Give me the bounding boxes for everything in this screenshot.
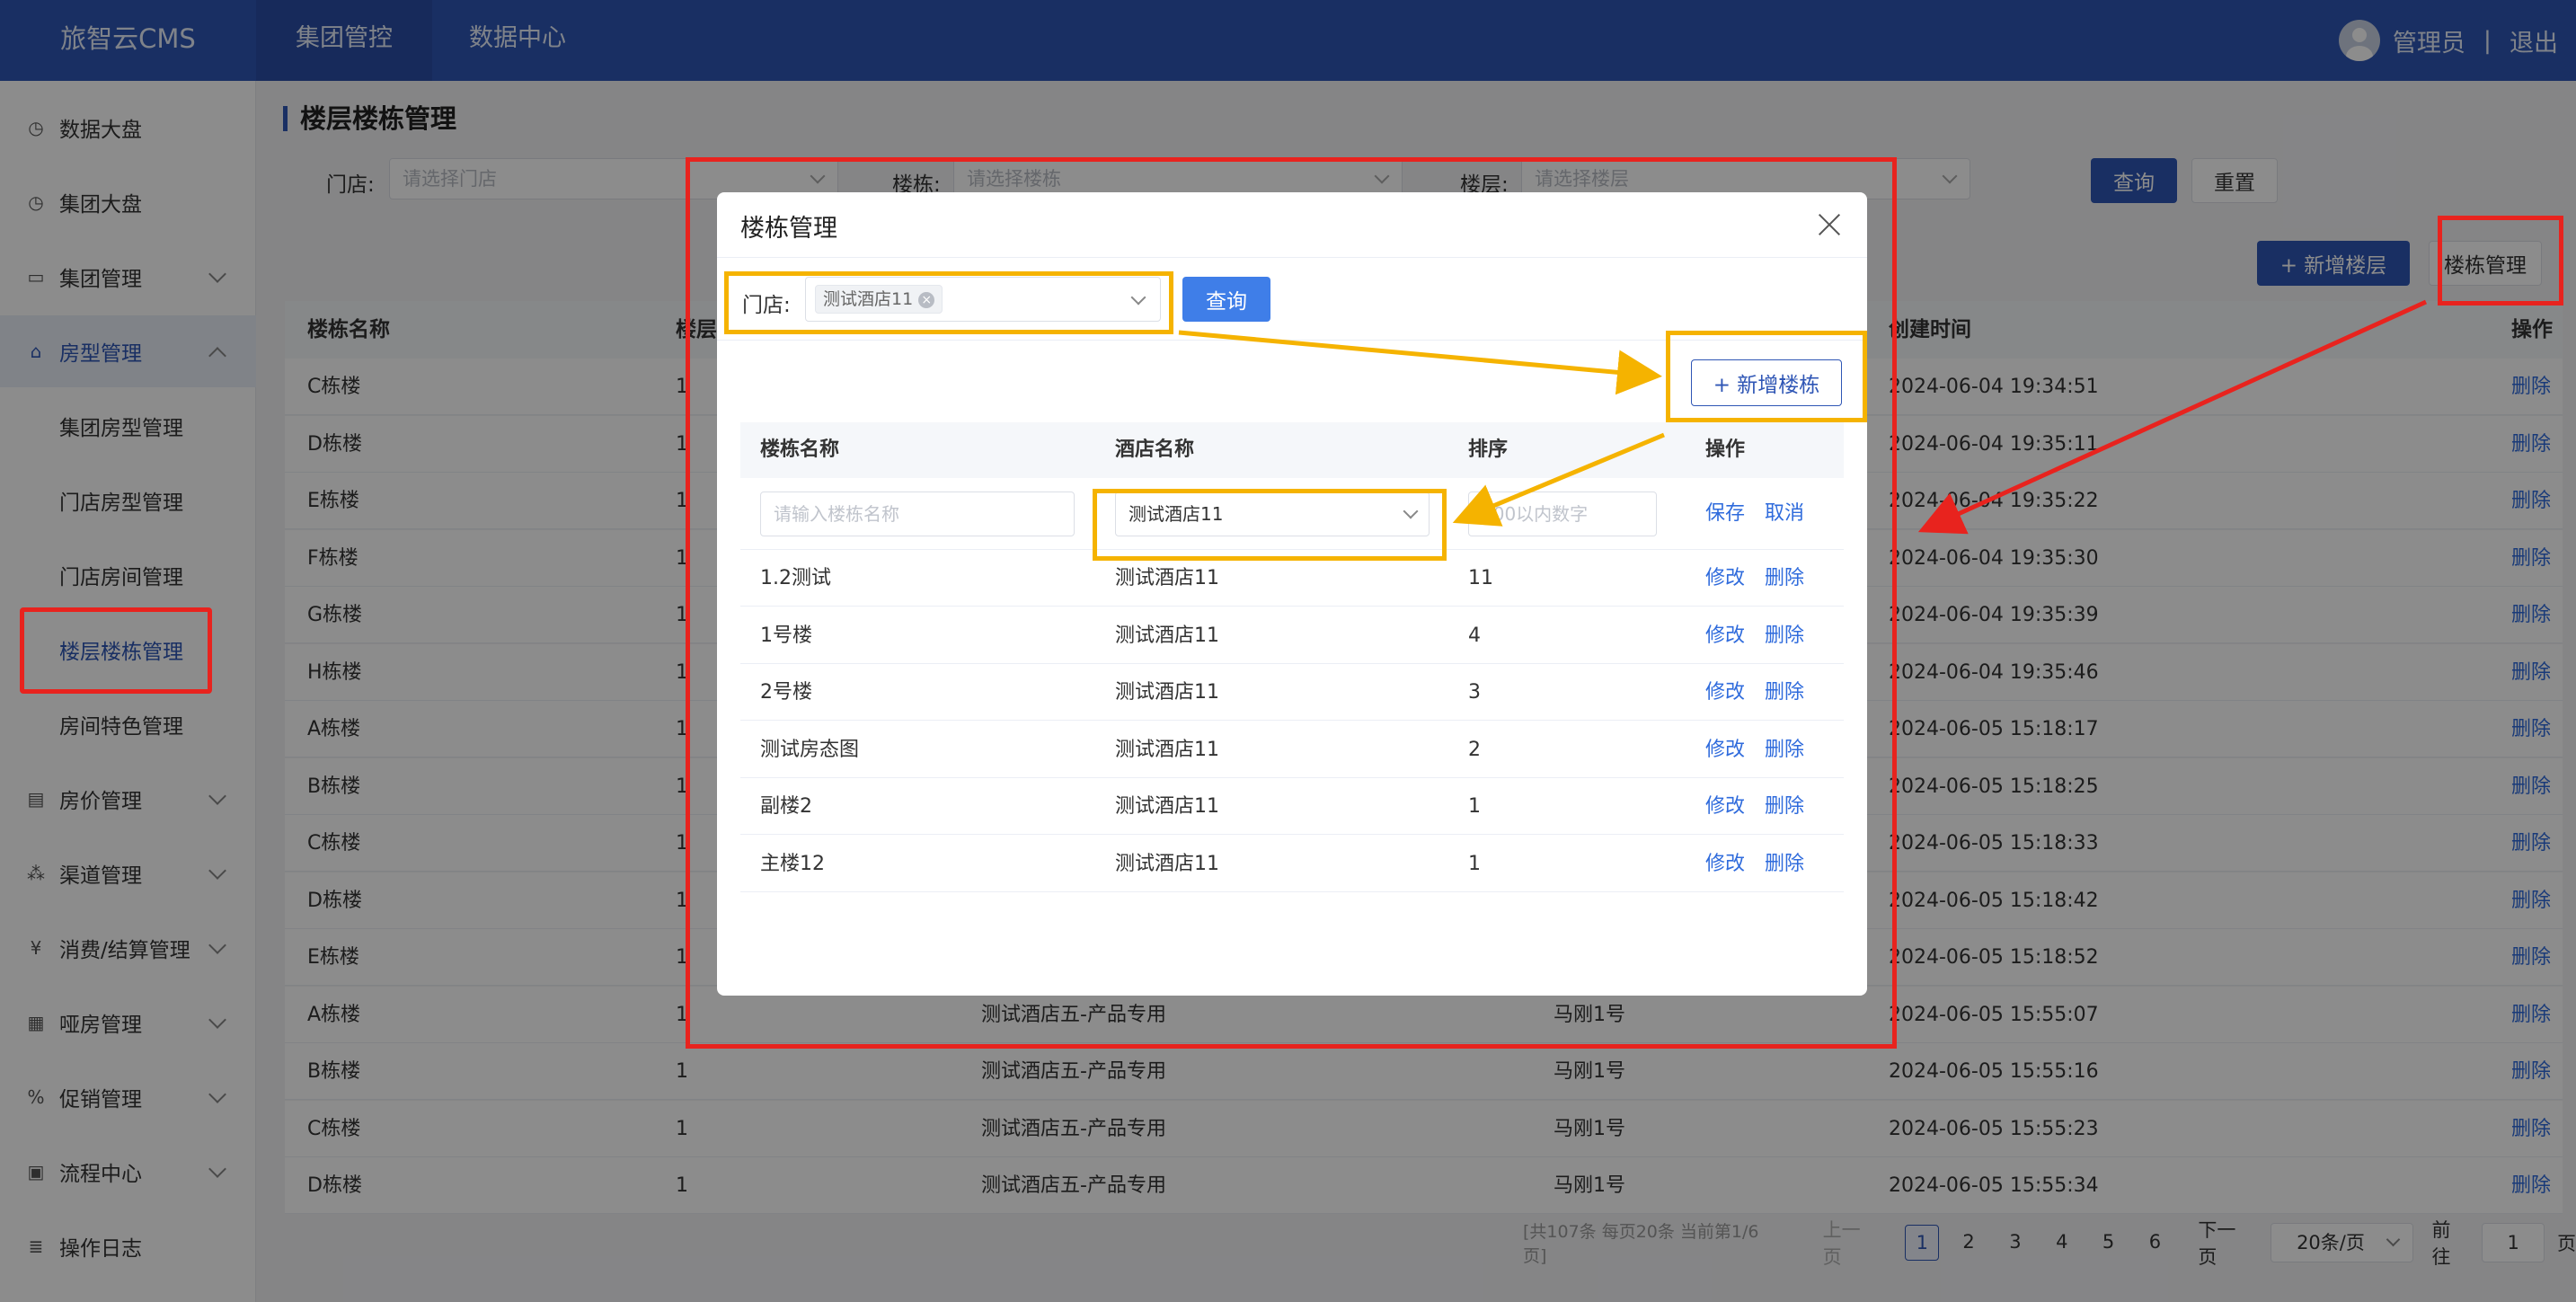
arrow-store-to-add	[1178, 330, 1662, 395]
arrow-add-to-hotel	[1452, 432, 1665, 527]
arrow-btn-to-modal	[1917, 299, 2428, 535]
annotation-arrows	[1178, 299, 2428, 535]
